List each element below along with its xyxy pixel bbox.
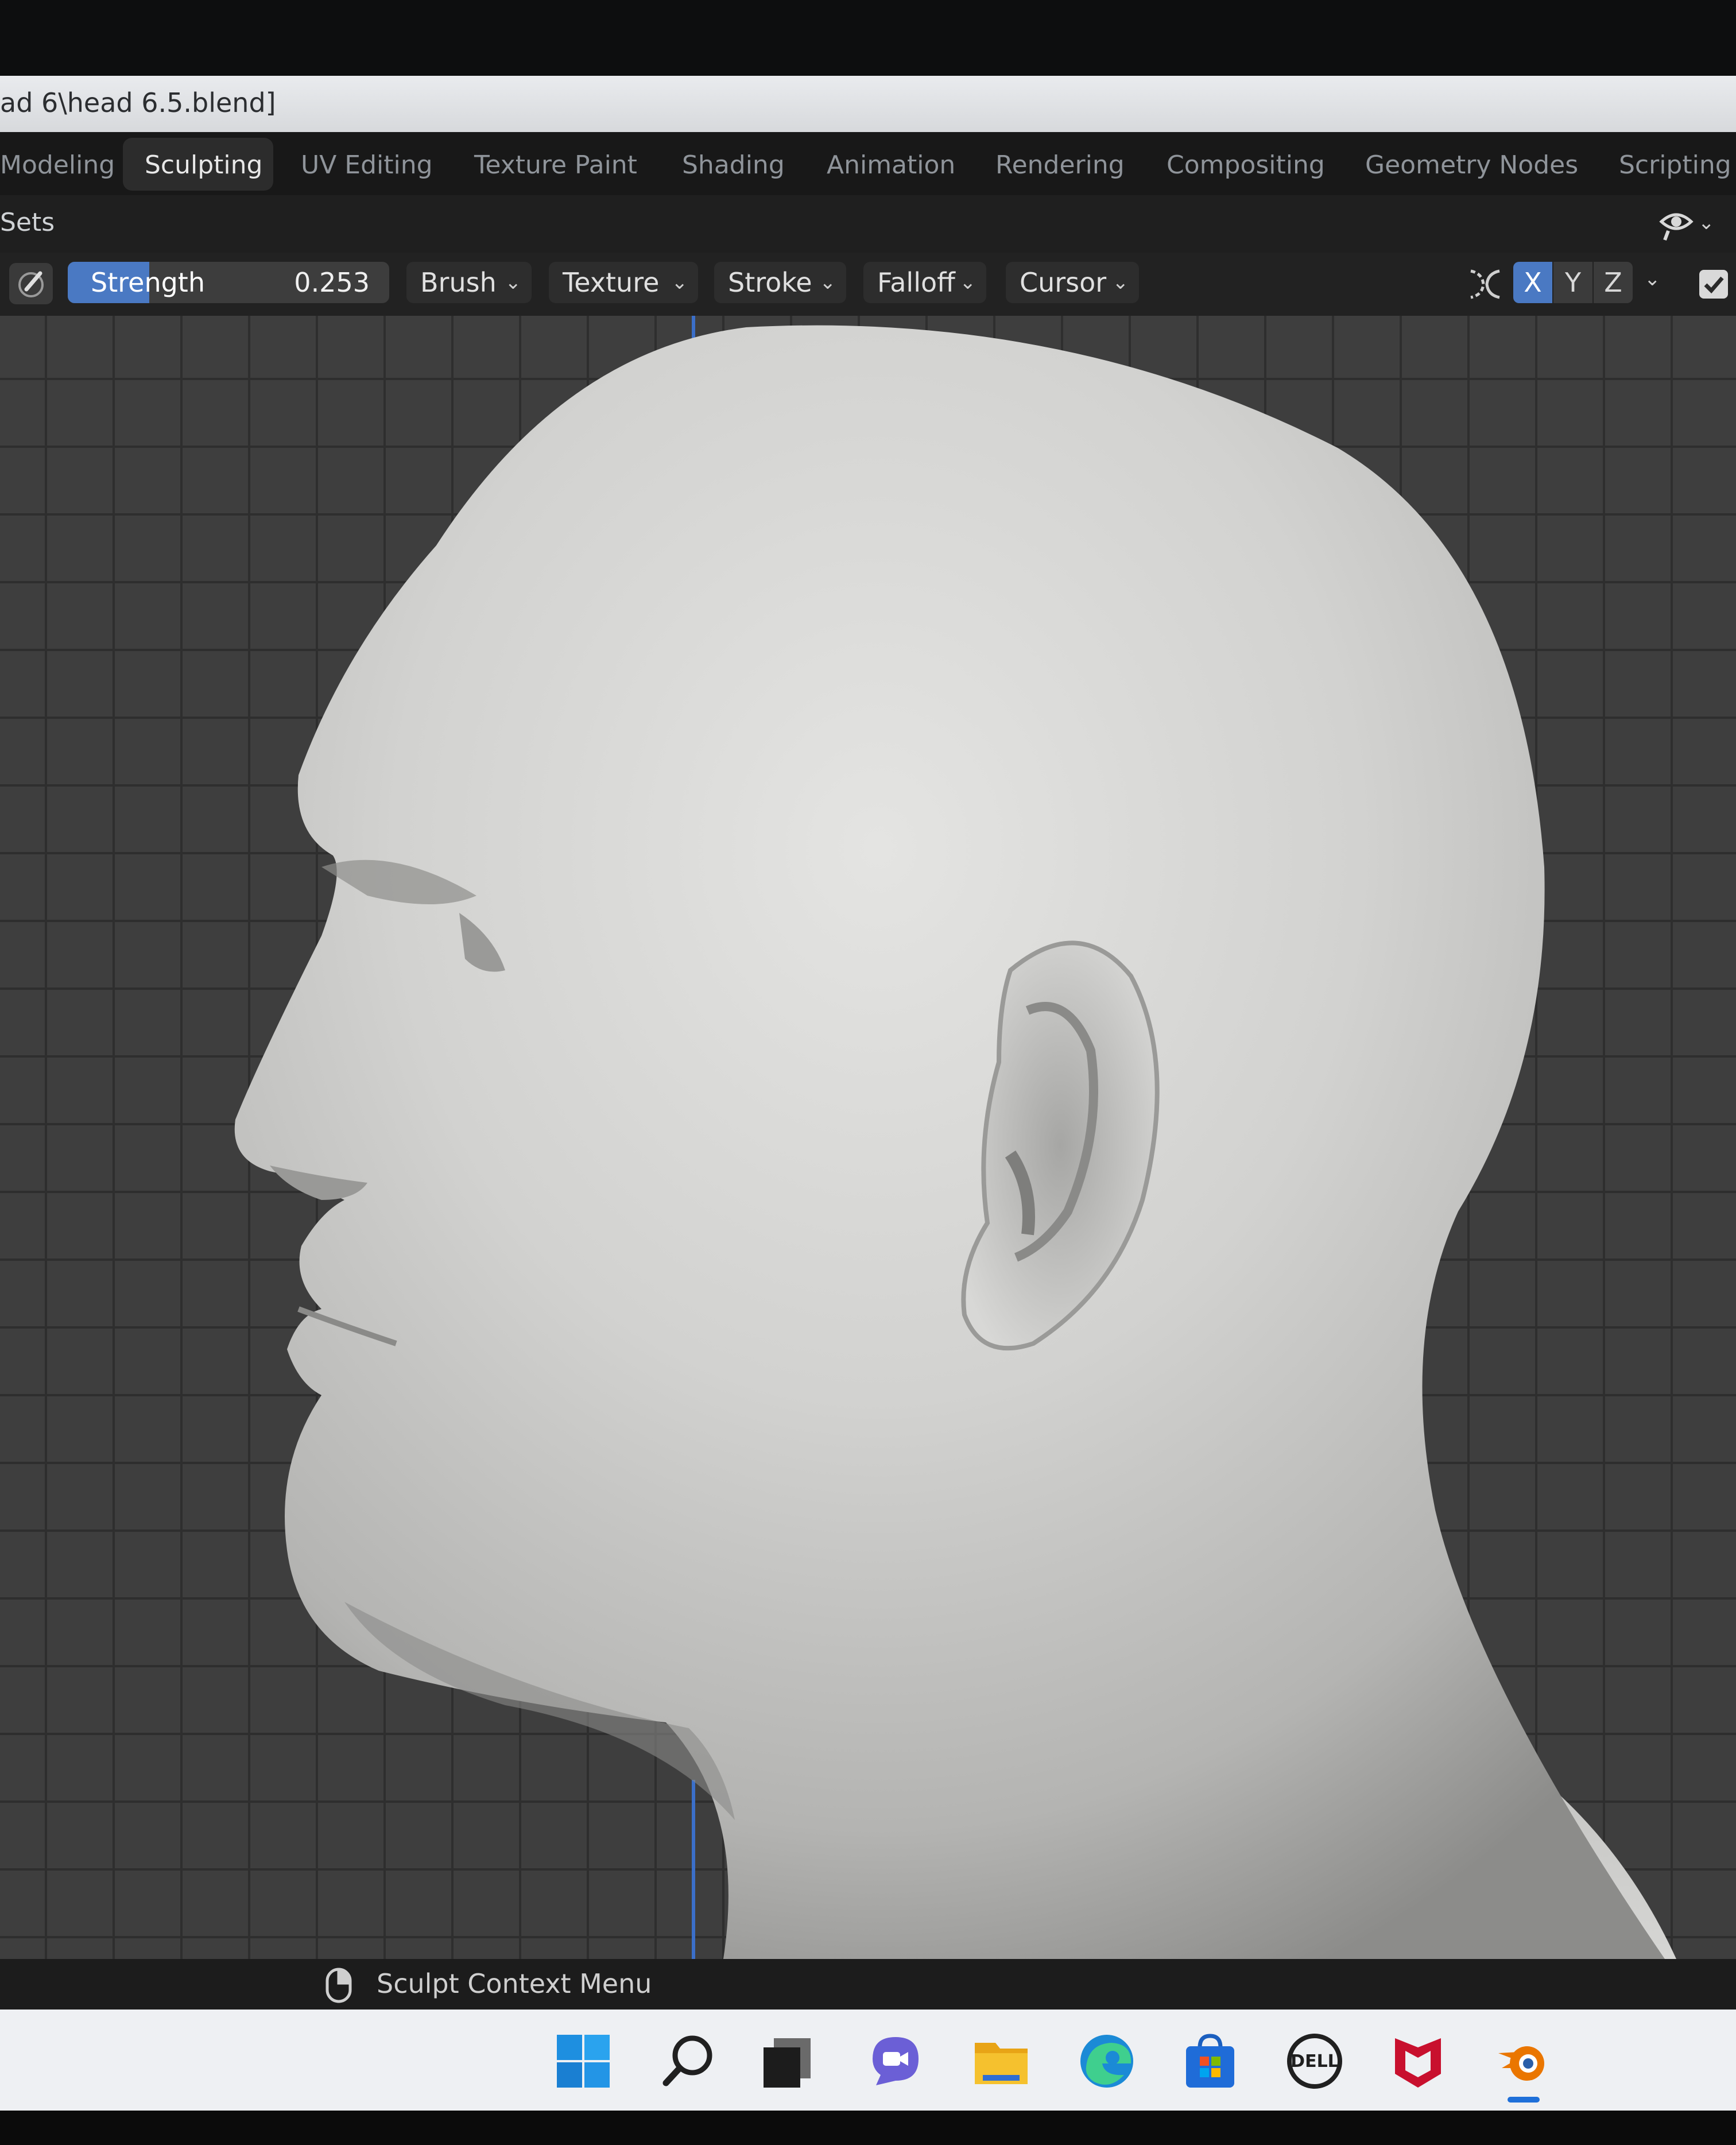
store-icon[interactable] [1179,2030,1241,2092]
os-taskbar: DELL [0,2010,1736,2111]
strength-slider[interactable]: Strength 0.253 [68,262,389,303]
mcafee-icon[interactable] [1387,2030,1449,2092]
task-view-icon[interactable] [757,2030,819,2092]
status-hint: Sculpt Context Menu [377,1968,652,1999]
symmetry-y-toggle[interactable]: Y [1553,262,1592,303]
falloff-dropdown-label: Falloff [877,267,955,298]
3d-viewport[interactable] [0,316,1736,1959]
strength-value: 0.253 [294,267,370,298]
workspace-tabs: Modeling Sculpting UV Editing Texture Pa… [0,132,1736,195]
chevron-down-icon[interactable]: ⌄ [1644,268,1661,291]
texture-dropdown[interactable]: Texture ⌄ [549,262,698,303]
window-title: ad 6\head 6.5.blend] [0,87,276,118]
strength-label: Strength [91,267,205,298]
checkbox-icon[interactable] [1699,270,1728,299]
face-sets-menu[interactable]: Sets [0,208,55,237]
tab-shading[interactable]: Shading [682,150,785,180]
chevron-down-icon: ⌄ [671,271,688,294]
chevron-down-icon: ⌄ [505,271,522,294]
screen-bezel [0,2111,1736,2145]
cursor-dropdown-label: Cursor [1020,267,1107,298]
brush-tool-icon[interactable] [9,263,53,304]
chevron-down-icon: ⌄ [1112,271,1129,294]
chevron-down-icon[interactable]: ⌄ [1698,211,1723,237]
chevron-down-icon: ⌄ [819,271,836,294]
symmetry-z-toggle[interactable]: Z [1594,262,1633,303]
cursor-dropdown[interactable]: Cursor ⌄ [1006,262,1139,303]
mouse-right-click-icon [321,1966,356,2004]
tab-compositing[interactable]: Compositing [1167,150,1325,180]
window-title-bar: ad 6\head 6.5.blend] [0,76,1736,132]
tab-uv-editing[interactable]: UV Editing [301,150,433,180]
blender-icon[interactable] [1493,2030,1555,2092]
chat-icon[interactable] [865,2030,927,2092]
dell-icon[interactable]: DELL [1284,2030,1346,2092]
tool-settings-bar: Strength 0.253 Brush ⌄ Texture ⌄ Stroke … [0,253,1736,316]
symmetry-butterfly-icon[interactable] [1465,265,1505,303]
head-mesh [234,325,1665,1959]
active-app-indicator [1508,2097,1540,2103]
tab-geometry-nodes[interactable]: Geometry Nodes [1365,150,1578,180]
tab-sculpting[interactable]: Sculpting [145,150,262,180]
brush-dropdown-label: Brush [420,267,497,298]
symmetry-x-toggle[interactable]: X [1513,262,1552,303]
search-icon[interactable] [658,2030,720,2092]
tab-animation[interactable]: Animation [827,150,955,180]
tab-rendering[interactable]: Rendering [995,150,1125,180]
status-bar: Sculpt Context Menu [0,1959,1736,2010]
tab-modeling[interactable]: Modeling [0,150,115,180]
brush-dropdown[interactable]: Brush ⌄ [406,262,532,303]
falloff-dropdown[interactable]: Falloff ⌄ [863,262,986,303]
visibility-eye-icon[interactable] [1658,206,1695,242]
stroke-dropdown-label: Stroke [728,267,812,298]
edge-icon[interactable] [1076,2030,1138,2092]
chevron-down-icon: ⌄ [959,271,976,294]
tab-texture-paint[interactable]: Texture Paint [474,150,637,180]
texture-dropdown-label: Texture [563,267,660,298]
svg-text:DELL: DELL [1291,2051,1339,2072]
tab-scripting[interactable]: Scripting [1619,150,1731,180]
editor-header: Sets ⌄ [0,195,1736,253]
file-explorer-icon[interactable] [970,2030,1032,2092]
stroke-dropdown[interactable]: Stroke ⌄ [714,262,846,303]
windows-start-icon[interactable] [552,2030,614,2092]
